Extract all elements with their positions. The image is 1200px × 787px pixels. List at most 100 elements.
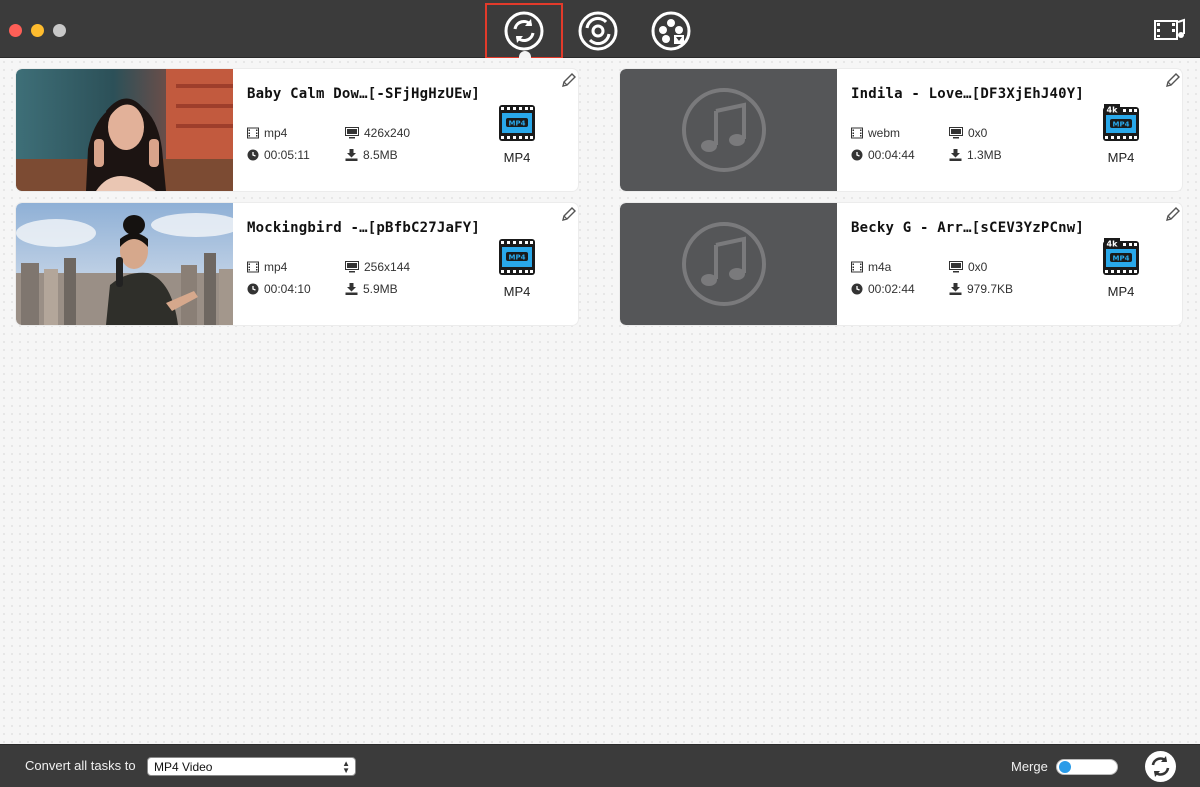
edit-pencil-icon[interactable] [1162, 205, 1182, 225]
duration: 00:05:11 [247, 148, 310, 162]
format-value: m4a [868, 260, 892, 274]
resolution-value: 0x0 [968, 126, 988, 140]
task-card[interactable]: Indila - Love…[DF3XjEhJ40Y] webm 0x0 00:… [620, 69, 1182, 191]
tab-convert[interactable] [485, 3, 563, 59]
svg-text:MP4: MP4 [1113, 255, 1130, 263]
film-icon [247, 127, 259, 139]
clock-icon [851, 283, 863, 295]
size-value: 5.9MB [363, 282, 398, 296]
task-title: Mockingbird -…[pBfbC27JaFY] [247, 220, 480, 236]
task-list: Baby Calm Dow…[-SFjHgHzUEw] mp4 426x240 … [0, 58, 1200, 744]
size-value: 979.7KB [967, 282, 1014, 296]
mp4-format-icon: MP4 [499, 239, 535, 275]
film-icon [247, 261, 259, 273]
resolution-value: 426x240 [364, 126, 411, 140]
edit-pencil-icon[interactable] [1162, 71, 1182, 91]
merge-toggle[interactable] [1056, 759, 1118, 775]
edit-pencil-icon[interactable] [558, 205, 578, 225]
task-title: Indila - Love…[DF3XjEhJ40Y] [851, 86, 1084, 102]
tab-burn[interactable] [577, 10, 619, 52]
video-thumbnail[interactable] [16, 203, 233, 325]
duration: 00:04:10 [247, 282, 311, 296]
clock-icon [851, 149, 863, 161]
audio-thumbnail[interactable] [620, 203, 837, 325]
target-format-label: MP4 [1107, 150, 1135, 165]
format-value: webm [868, 126, 901, 140]
source-format: mp4 [247, 260, 287, 274]
monitor-icon [345, 127, 359, 139]
format-value: mp4 [264, 260, 288, 274]
music-note-icon [682, 222, 766, 306]
target-format-label: MP4 [503, 284, 531, 299]
download-icon [345, 149, 358, 161]
target-format-button[interactable]: MP4 MP4 [494, 237, 540, 299]
monitor-icon [949, 127, 963, 139]
svg-text:MP4: MP4 [1113, 121, 1130, 129]
svg-text:MP4: MP4 [509, 254, 526, 262]
media-browser-button[interactable] [1154, 18, 1186, 44]
mp4-4k-format-icon: 4k MP4 [1103, 238, 1139, 275]
source-format: mp4 [247, 126, 287, 140]
target-format-label: MP4 [503, 150, 531, 165]
download-icon [949, 283, 962, 295]
resolution-value: 0x0 [968, 260, 988, 274]
resolution: 256x144 [345, 260, 410, 274]
svg-text:4k: 4k [1107, 106, 1119, 115]
monitor-icon [345, 261, 359, 273]
tab-download[interactable] [650, 10, 692, 52]
mp4-format-icon: MP4 [499, 105, 535, 141]
duration-value: 00:05:11 [264, 148, 310, 162]
task-card[interactable]: Baby Calm Dow…[-SFjHgHzUEw] mp4 426x240 … [16, 69, 578, 191]
window-maximize-button[interactable] [53, 24, 66, 37]
clock-icon [247, 149, 259, 161]
svg-text:MP4: MP4 [509, 120, 526, 128]
duration-value: 00:02:44 [868, 282, 915, 296]
resolution-value: 256x144 [364, 260, 411, 274]
duration: 00:02:44 [851, 282, 915, 296]
film-icon [851, 261, 863, 273]
convert-all-value: MP4 Video [154, 760, 213, 774]
download-icon [949, 149, 962, 161]
mp4-4k-format-icon: 4k MP4 [1103, 104, 1139, 141]
active-tab-indicator [519, 51, 531, 58]
convert-all-label: Convert all tasks to [25, 758, 136, 773]
file-size: 979.7KB [949, 282, 1013, 296]
duration: 00:04:44 [851, 148, 915, 162]
source-format: webm [851, 126, 900, 140]
size-value: 8.5MB [363, 148, 398, 162]
clock-icon [247, 283, 259, 295]
film-icon [851, 127, 863, 139]
task-title: Becky G - Arr…[sCEV3YzPCnw] [851, 220, 1084, 236]
toggle-knob [1059, 761, 1071, 773]
file-size: 8.5MB [345, 148, 398, 162]
target-format-label: MP4 [1107, 284, 1135, 299]
task-card[interactable]: Mockingbird -…[pBfbC27JaFY] mp4 256x144 … [16, 203, 578, 325]
music-note-icon [682, 88, 766, 172]
task-title: Baby Calm Dow…[-SFjHgHzUEw] [247, 86, 480, 102]
convert-icon [1145, 751, 1176, 782]
window-close-button[interactable] [9, 24, 22, 37]
merge-label: Merge [1011, 759, 1048, 774]
window-minimize-button[interactable] [31, 24, 44, 37]
source-format: m4a [851, 260, 891, 274]
convert-all-button[interactable] [1144, 750, 1177, 783]
select-updown-icon: ▲ ▼ [342, 759, 350, 775]
resolution: 426x240 [345, 126, 410, 140]
title-bar [0, 0, 1200, 59]
video-thumbnail[interactable] [16, 69, 233, 191]
size-value: 1.3MB [967, 148, 1002, 162]
target-format-button[interactable]: 4k MP4 MP4 [1098, 103, 1144, 165]
target-format-button[interactable]: MP4 MP4 [494, 103, 540, 165]
media-browser-icon [1154, 18, 1185, 40]
audio-thumbnail[interactable] [620, 69, 837, 191]
monitor-icon [949, 261, 963, 273]
bottom-bar: Convert all tasks to MP4 Video ▲ ▼ Merge [0, 744, 1200, 787]
duration-value: 00:04:44 [868, 148, 915, 162]
file-size: 1.3MB [949, 148, 1002, 162]
target-format-button[interactable]: 4k MP4 MP4 [1098, 237, 1144, 299]
task-card[interactable]: Becky G - Arr…[sCEV3YzPCnw] m4a 0x0 00:0… [620, 203, 1182, 325]
edit-pencil-icon[interactable] [558, 71, 578, 91]
file-size: 5.9MB [345, 282, 398, 296]
convert-all-select[interactable]: MP4 Video ▲ ▼ [147, 757, 356, 776]
burn-dvd-icon [578, 11, 618, 51]
